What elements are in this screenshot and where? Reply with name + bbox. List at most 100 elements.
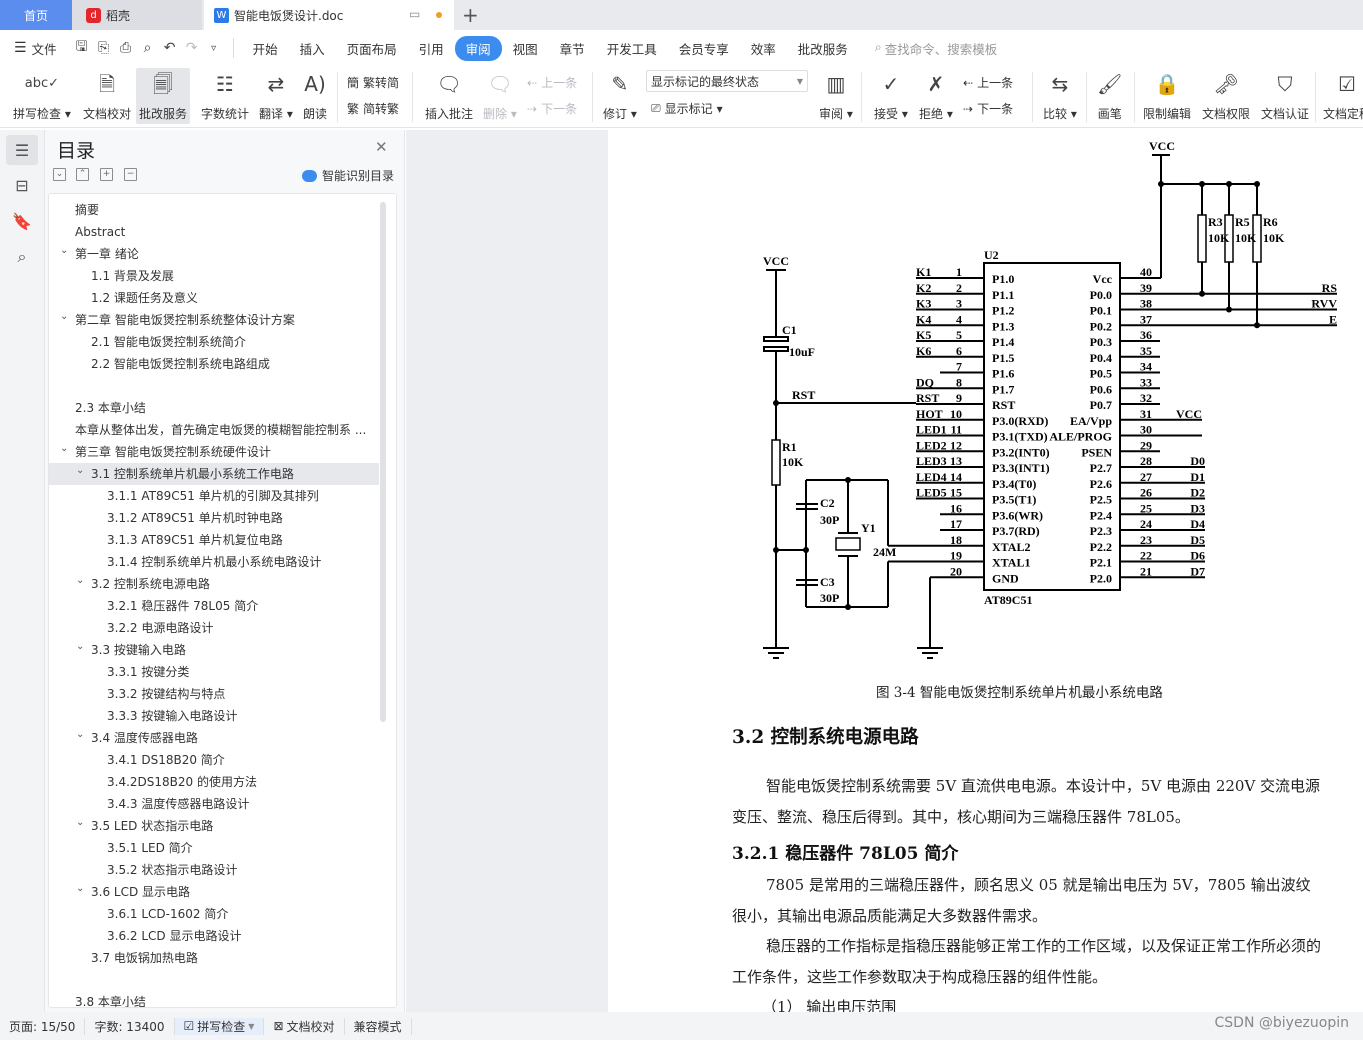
hamburger-icon[interactable]: ☰ — [14, 40, 27, 56]
prev-change-button[interactable]: ⇠ 上一条 — [963, 74, 1013, 91]
menu-tab[interactable]: 开发工具 — [596, 36, 668, 61]
toc-item[interactable]: 3.1.4 控制系统单片机最小系统电路设计 — [49, 551, 379, 573]
collapse-all-icon[interactable]: − — [124, 168, 137, 181]
grading-service-button[interactable]: 🗐 批改服务 — [136, 68, 191, 124]
toc-item[interactable]: ⌄ 3.1 控制系统单片机最小系统工作电路 — [49, 463, 379, 485]
monitor-icon[interactable]: ▭ — [409, 7, 420, 21]
menu-file[interactable]: 文件 — [32, 39, 57, 58]
smart-toc-button[interactable]: 智能识别目录 — [302, 167, 394, 184]
chevron-down-icon[interactable]: ⌄ — [76, 815, 84, 834]
menu-tab[interactable]: 会员专享 — [668, 36, 740, 61]
chevron-down-icon[interactable]: ⌄ — [60, 309, 68, 328]
toc-item[interactable]: 3.3.1 按键分类 — [49, 661, 379, 683]
chevron-down-icon[interactable]: ⌄ — [76, 881, 84, 900]
chevron-down-icon[interactable]: ⌄ — [76, 463, 84, 482]
toc-item[interactable]: ⌄ 3.6 LCD 显示电路 — [49, 881, 379, 903]
toc-item[interactable]: ⌄ 第一章 绪论 — [49, 243, 379, 265]
toc-nav-icon[interactable]: ☰ — [6, 135, 38, 165]
expand-all-icon[interactable]: + — [100, 168, 113, 181]
menu-tab[interactable]: 视图 — [502, 36, 549, 61]
toc-item[interactable] — [49, 969, 379, 991]
menu-tab[interactable]: 插入 — [289, 36, 336, 61]
restrict-editing-button[interactable]: 🔒 限制编辑 — [1140, 68, 1194, 124]
toc-item[interactable]: 1.1 背景及发展 — [49, 265, 379, 287]
toc-item[interactable]: Abstract — [49, 221, 379, 243]
toc-scrollbar[interactable] — [380, 202, 386, 722]
compare-button[interactable]: ⇆ 比较 ▾ — [1040, 68, 1080, 124]
redo-icon[interactable]: ↷ — [181, 40, 203, 56]
close-icon[interactable]: ✕ — [375, 138, 388, 156]
chevron-down-icon[interactable]: ⌄ — [76, 727, 84, 746]
delete-comment-button[interactable]: 🗨 删除 ▾ — [480, 68, 520, 124]
next-comment-button[interactable]: ⇢ 下一条 — [527, 100, 577, 117]
customize-chevron-icon[interactable]: ▿ — [203, 43, 225, 54]
chevron-down-icon[interactable]: ⌄ — [76, 573, 84, 592]
print-preview-icon[interactable]: ⌕ — [137, 40, 159, 56]
markup-state-select[interactable]: 显示标记的最终状态 ▼ — [646, 70, 808, 92]
toc-item[interactable]: ⌄ 3.4 温度传感器电路 — [49, 727, 379, 749]
bookmark-icon[interactable]: 🔖 — [6, 206, 38, 236]
insert-comment-button[interactable]: 🗨 插入批注 — [422, 68, 476, 124]
track-changes-button[interactable]: ✎ 修订 ▾ — [600, 68, 640, 124]
toc-item[interactable]: 3.5.1 LED 简介 — [49, 837, 379, 859]
toc-item[interactable]: 摘要 — [49, 199, 379, 221]
translate-button[interactable]: ⇄ 翻译 ▾ — [256, 68, 296, 124]
toc-item[interactable] — [49, 375, 379, 397]
doc-certify-button[interactable]: ⛉ 文档认证 — [1258, 68, 1312, 124]
reject-button[interactable]: ✗ 拒绝 ▾ — [916, 68, 956, 124]
prev-comment-button[interactable]: ⇠ 上一条 — [527, 74, 577, 91]
menu-tab[interactable]: 开始 — [242, 36, 289, 61]
simp-to-trad-button[interactable]: 繁简转繁 — [347, 100, 399, 117]
next-change-button[interactable]: ⇢ 下一条 — [963, 100, 1013, 117]
toc-item[interactable]: 2.2 智能电饭煲控制系统电路组成 — [49, 353, 379, 375]
print-icon[interactable]: ⎙ — [115, 40, 137, 56]
toc-item[interactable]: 3.2.1 稳压器件 78L05 简介 — [49, 595, 379, 617]
page-indicator[interactable]: 页面: 15/50 — [0, 1017, 86, 1035]
menu-tab[interactable]: 页面布局 — [336, 36, 408, 61]
toc-item[interactable]: 3.4.2DS18B20 的使用方法 — [49, 771, 379, 793]
toc-item[interactable]: 3.6.2 LCD 显示电路设计 — [49, 925, 379, 947]
word-count-button[interactable]: ☷ 字数统计 — [198, 68, 252, 124]
chapter-nav-icon[interactable]: ⊟ — [6, 170, 38, 200]
expand-down-icon[interactable]: ⌄ — [53, 168, 66, 181]
spell-check-button[interactable]: abc✓ 拼写检查 ▾ — [10, 68, 74, 124]
accept-button[interactable]: ✓ 接受 ▾ — [871, 68, 911, 124]
chevron-down-icon[interactable]: ⌄ — [76, 639, 84, 658]
toc-item[interactable]: 3.3.2 按键结构与特点 — [49, 683, 379, 705]
pen-button[interactable]: 🖌 画笔 — [1094, 68, 1125, 124]
trad-to-simp-button[interactable]: 簡繁转简 — [347, 74, 399, 91]
export-pdf-icon[interactable]: ⎘ — [93, 40, 115, 56]
toc-item[interactable]: ⌄ 第三章 智能电饭煲控制系统硬件设计 — [49, 441, 379, 463]
toc-item[interactable]: 3.1.1 AT89C51 单片机的引脚及其排列 — [49, 485, 379, 507]
toc-item[interactable]: 3.8 本章小结 — [49, 991, 379, 1007]
toc-item[interactable]: 3.3.3 按键输入电路设计 — [49, 705, 379, 727]
status-spell-check[interactable]: ☑ 拼写检查 ▼ — [174, 1017, 265, 1035]
tab-document[interactable]: W 智能电饭煲设计.doc ▭ — [204, 0, 454, 30]
doc-proofread-button[interactable]: 🗎 文档校对 — [80, 68, 134, 124]
toc-item[interactable]: ⌄ 3.5 LED 状态指示电路 — [49, 815, 379, 837]
toc-item[interactable]: 3.1.2 AT89C51 单片机时钟电路 — [49, 507, 379, 529]
toc-item[interactable]: 3.6.1 LCD-1602 简介 — [49, 903, 379, 925]
new-tab-button[interactable]: + — [462, 0, 479, 30]
menu-tab[interactable]: 批改服务 — [787, 36, 859, 61]
doc-finalize-button[interactable]: ☑文档定稿 — [1320, 68, 1363, 124]
menu-tab[interactable]: 引用 — [408, 36, 455, 61]
chevron-down-icon[interactable]: ⌄ — [60, 441, 68, 460]
show-markup-button[interactable]: ⎚ 显示标记 ▾ — [651, 100, 723, 117]
command-search[interactable]: ⌕ 查找命令、搜索模板 — [875, 39, 998, 58]
collapse-up-icon[interactable]: ⌃ — [76, 168, 89, 181]
status-proofread[interactable]: ⊠ 文档校对 — [264, 1017, 345, 1035]
toc-item[interactable]: 3.5.2 状态指示电路设计 — [49, 859, 379, 881]
toc-item[interactable]: 3.4.3 温度传感器电路设计 — [49, 793, 379, 815]
toc-item[interactable]: 2.1 智能电饭煲控制系统简介 — [49, 331, 379, 353]
toc-item[interactable]: ⌄ 第二章 智能电饭煲控制系统整体设计方案 — [49, 309, 379, 331]
toc-item[interactable]: 3.7 电饭锅加热电路 — [49, 947, 379, 969]
toc-item[interactable]: 3.4.1 DS18B20 简介 — [49, 749, 379, 771]
menu-tab[interactable]: 审阅 — [454, 35, 502, 61]
menu-tab[interactable]: 章节 — [549, 36, 596, 61]
toc-item[interactable]: 3.2.2 电源电路设计 — [49, 617, 379, 639]
toc-item[interactable]: 本章从整体出发，首先确定电饭煲的模糊智能控制系 ... — [49, 419, 379, 441]
menu-tab[interactable]: 效率 — [740, 36, 787, 61]
tab-home[interactable]: 首页 — [0, 0, 72, 30]
read-aloud-button[interactable]: A) 朗读 — [300, 68, 330, 124]
